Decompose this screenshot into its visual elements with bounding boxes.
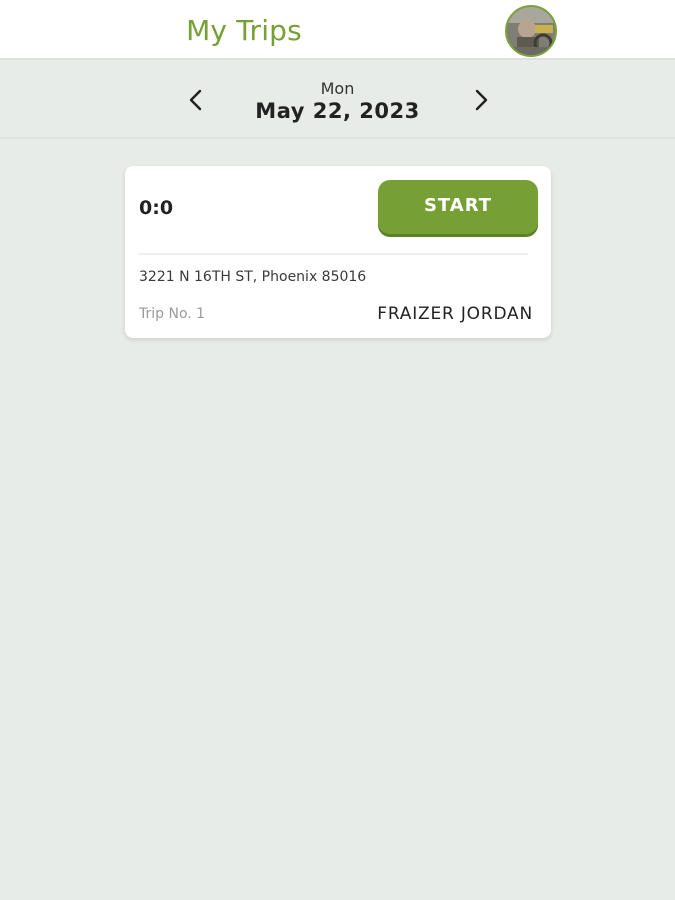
start-button[interactable]: START [378,180,538,234]
trip-number: Trip No. 1 [139,306,206,322]
trip-address: 3221 N 16TH ST, Phoenix 85016 [139,269,367,285]
date-navigator: Mon May 22, 2023 [0,62,675,139]
chevron-right-icon [475,89,488,111]
trip-timer: 0:0 [139,197,174,219]
app-root: My Trips Mon May 22, 2023 0:0 START 3221… [0,0,675,900]
page-title: My Trips [186,14,302,47]
avatar[interactable] [505,5,557,57]
profile-photo-icon [507,7,555,55]
top-header: My Trips [0,0,675,60]
trip-card[interactable]: 0:0 START 3221 N 16TH ST, Phoenix 85016 … [125,166,551,338]
client-name: FRAIZER JORDAN [377,304,533,324]
day-of-week: Mon [320,79,355,98]
next-day-button[interactable] [468,86,494,114]
current-date: May 22, 2023 [255,99,420,123]
card-divider [139,253,528,255]
